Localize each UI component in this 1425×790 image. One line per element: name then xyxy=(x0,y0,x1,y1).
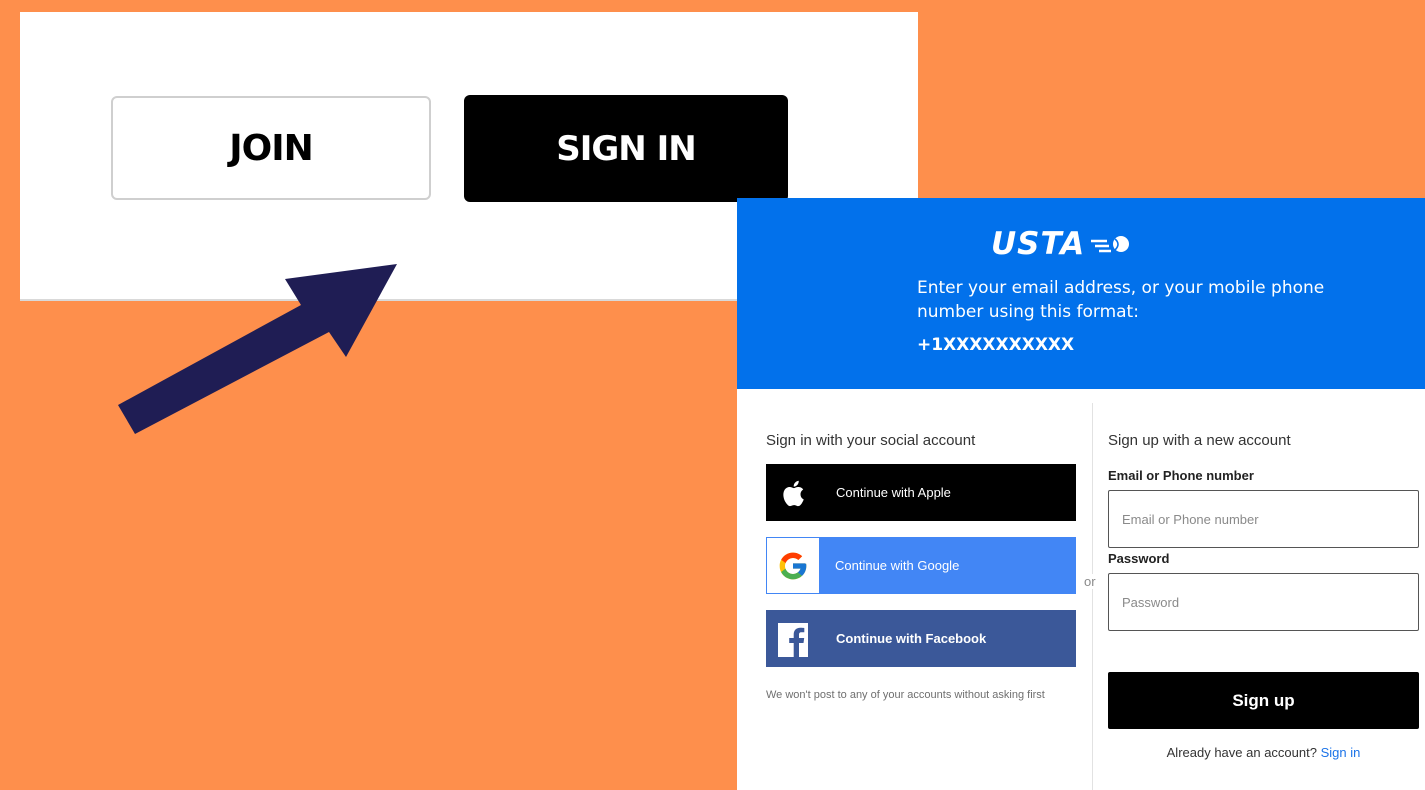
email-label: Email or Phone number xyxy=(1108,468,1254,483)
signup-title: Sign up with a new account xyxy=(1108,432,1291,449)
facebook-label: Continue with Facebook xyxy=(836,631,987,646)
header-instructions: Enter your email address, or your mobile… xyxy=(917,278,1325,322)
google-icon xyxy=(767,538,819,593)
already-have-account: Already have an account? Sign in xyxy=(1108,745,1419,760)
arrow-up-right-icon xyxy=(118,264,397,434)
login-panel: USTA Enter your email address, or your m… xyxy=(737,198,1425,790)
google-label: Continue with Google xyxy=(835,558,960,573)
logo-text: USTA xyxy=(991,226,1086,262)
continue-with-facebook-button[interactable]: Continue with Facebook xyxy=(766,610,1076,667)
email-field[interactable] xyxy=(1108,490,1419,548)
join-button[interactable]: JOIN xyxy=(111,96,431,200)
sign-in-button[interactable]: SIGN IN xyxy=(464,95,788,202)
apple-icon xyxy=(766,464,820,521)
continue-with-google-button[interactable]: Continue with Google xyxy=(766,537,1076,594)
phone-format: +1XXXXXXXXXX xyxy=(917,335,1075,355)
continue-with-apple-button[interactable]: Continue with Apple xyxy=(766,464,1076,521)
flame-ball-icon xyxy=(1091,236,1130,253)
facebook-icon xyxy=(766,610,820,667)
social-title: Sign in with your social account xyxy=(766,432,976,449)
or-separator: or xyxy=(1083,574,1097,589)
usta-logo: USTA xyxy=(991,226,1133,262)
password-label: Password xyxy=(1108,551,1170,566)
password-field[interactable] xyxy=(1108,573,1419,631)
panel-header: USTA Enter your email address, or your m… xyxy=(737,198,1425,389)
column-divider xyxy=(1092,403,1093,790)
apple-label: Continue with Apple xyxy=(836,485,951,500)
sign-in-link[interactable]: Sign in xyxy=(1321,745,1361,760)
social-privacy-note: We won't post to any of your accounts wi… xyxy=(766,689,1045,701)
already-text: Already have an account? xyxy=(1166,745,1317,760)
sign-up-button[interactable]: Sign up xyxy=(1108,672,1419,729)
